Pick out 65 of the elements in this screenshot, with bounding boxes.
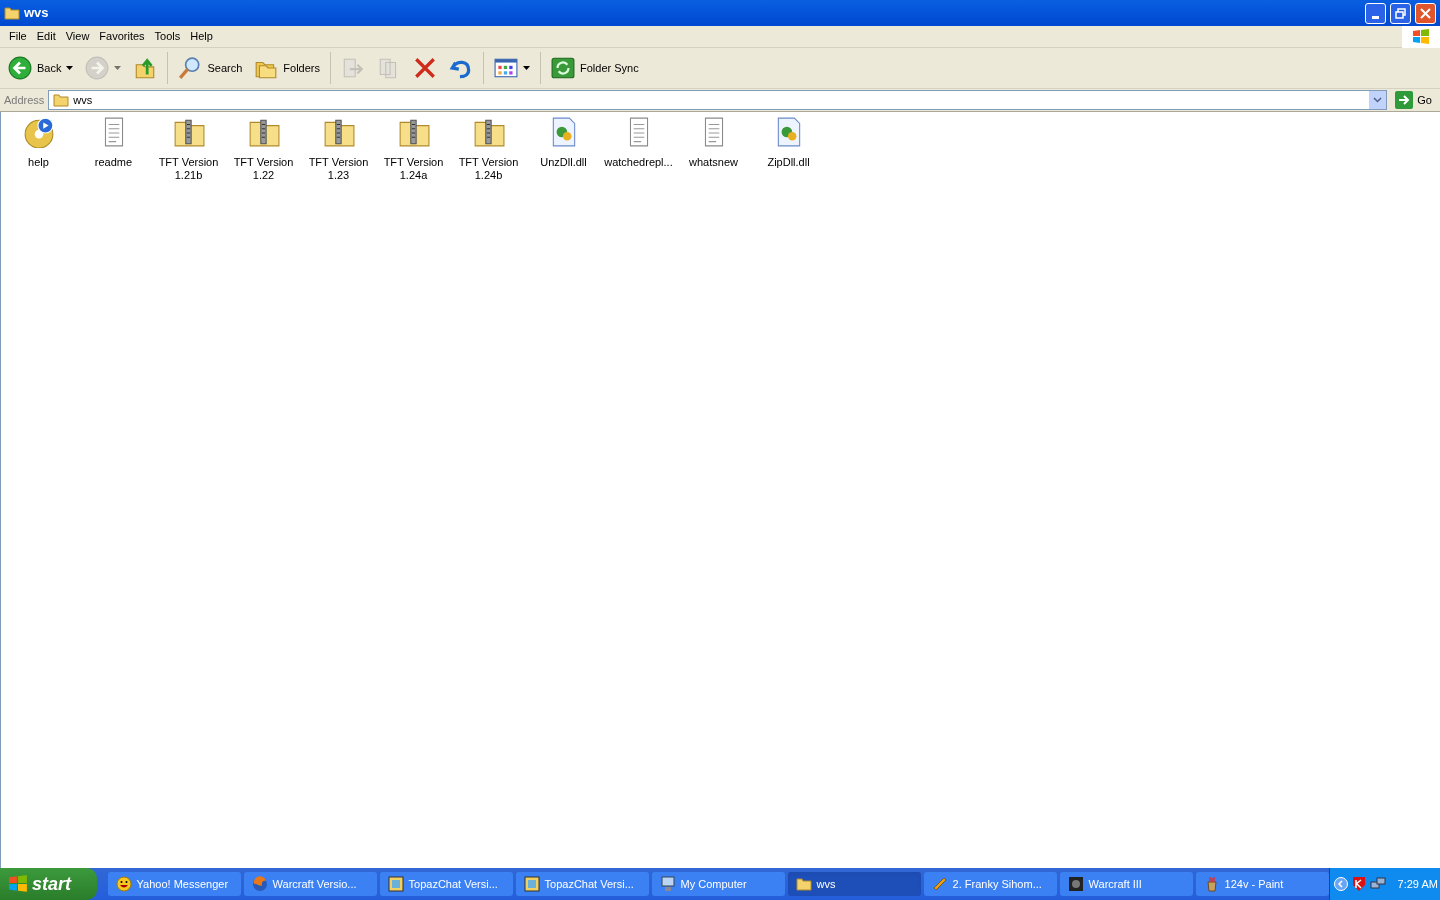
shield-icon[interactable] <box>1351 876 1366 892</box>
menu-item[interactable]: View <box>60 28 95 45</box>
file-label[interactable]: TFT Version 1.23 <box>301 156 376 182</box>
chevron-icon[interactable] <box>1333 877 1348 891</box>
file-label[interactable]: TFT Version 1.22 <box>226 156 301 182</box>
media-icon <box>931 876 948 892</box>
caret-icon <box>1373 97 1383 103</box>
caret-icon[interactable] <box>523 66 530 70</box>
menu-item[interactable]: File <box>4 28 32 45</box>
folder-icon <box>53 93 70 107</box>
window-title: wvs <box>24 4 50 23</box>
file-label[interactable]: help <box>26 156 51 169</box>
menu-item[interactable]: Help <box>185 28 218 45</box>
minimize-button[interactable] <box>1365 2 1386 24</box>
file-label[interactable]: TFT Version 1.24a <box>376 156 451 182</box>
game-icon <box>1067 876 1084 892</box>
menu-item[interactable]: Edit <box>31 28 61 45</box>
file-label[interactable]: UnzDll.dll <box>538 156 589 169</box>
file-label[interactable]: TFT Version 1.24b <box>451 156 526 182</box>
views-icon <box>494 56 518 80</box>
file-label[interactable]: TFT Version 1.21b <box>151 156 226 182</box>
taskbar-button[interactable]: wvs <box>787 872 921 896</box>
windows-logo <box>8 875 28 893</box>
restore-icon <box>1395 7 1406 19</box>
taskbar-button[interactable]: TopazChat Versi... <box>515 872 649 896</box>
sync-icon <box>551 56 575 80</box>
window-icon <box>523 876 540 892</box>
folder-icon <box>795 876 812 892</box>
menu-item[interactable]: Tools <box>149 28 186 45</box>
file-label[interactable]: ZipDll.dll <box>765 156 812 169</box>
taskbar-button[interactable]: 124v - Paint <box>1195 872 1329 896</box>
close-button[interactable] <box>1415 2 1436 24</box>
taskbar-button[interactable]: TopazChat Versi... <box>379 872 513 896</box>
taskbar-button[interactable]: Warcraft III <box>1059 872 1193 896</box>
file-label[interactable]: whatsnew <box>687 156 740 169</box>
file-label[interactable]: watchedrepl... <box>602 156 675 169</box>
close-icon <box>1420 7 1431 19</box>
computer-icon <box>659 876 676 892</box>
go-button[interactable]: Go <box>1391 91 1436 109</box>
dropdown-button[interactable] <box>1369 91 1387 109</box>
menu-item[interactable]: Favorites <box>94 28 150 45</box>
taskbar-button[interactable]: My Computer <box>651 872 785 896</box>
smiley-icon <box>115 876 132 892</box>
window-icon <box>387 876 404 892</box>
windows-logo <box>1402 25 1440 48</box>
taskbar-button[interactable]: 2. Franky Sihom... <box>923 872 1057 896</box>
address-field[interactable]: wvs <box>48 90 1388 110</box>
clock: 7:29 AM <box>1397 876 1438 892</box>
caret-icon[interactable] <box>66 66 74 70</box>
minimize-icon <box>1372 15 1379 19</box>
address-label: Address <box>4 92 45 108</box>
network-icon[interactable] <box>1369 876 1386 892</box>
folder-icon <box>4 6 20 20</box>
globe-icon <box>251 876 268 892</box>
file-label[interactable]: readme <box>92 156 135 169</box>
taskbar-button[interactable]: Warcraft Versio... <box>243 872 377 896</box>
restore-button[interactable] <box>1390 2 1411 24</box>
move-icon <box>341 56 365 80</box>
delete-icon <box>413 56 437 80</box>
back-button[interactable]: Back <box>4 51 78 85</box>
start-button[interactable]: start <box>0 868 97 900</box>
folder-sync-button[interactable]: Folder Sync <box>547 51 643 85</box>
folders-button[interactable]: Folders <box>250 51 324 85</box>
taskbar-button[interactable]: Yahoo! Messenger <box>107 872 241 896</box>
search-button[interactable]: Search <box>174 51 247 85</box>
